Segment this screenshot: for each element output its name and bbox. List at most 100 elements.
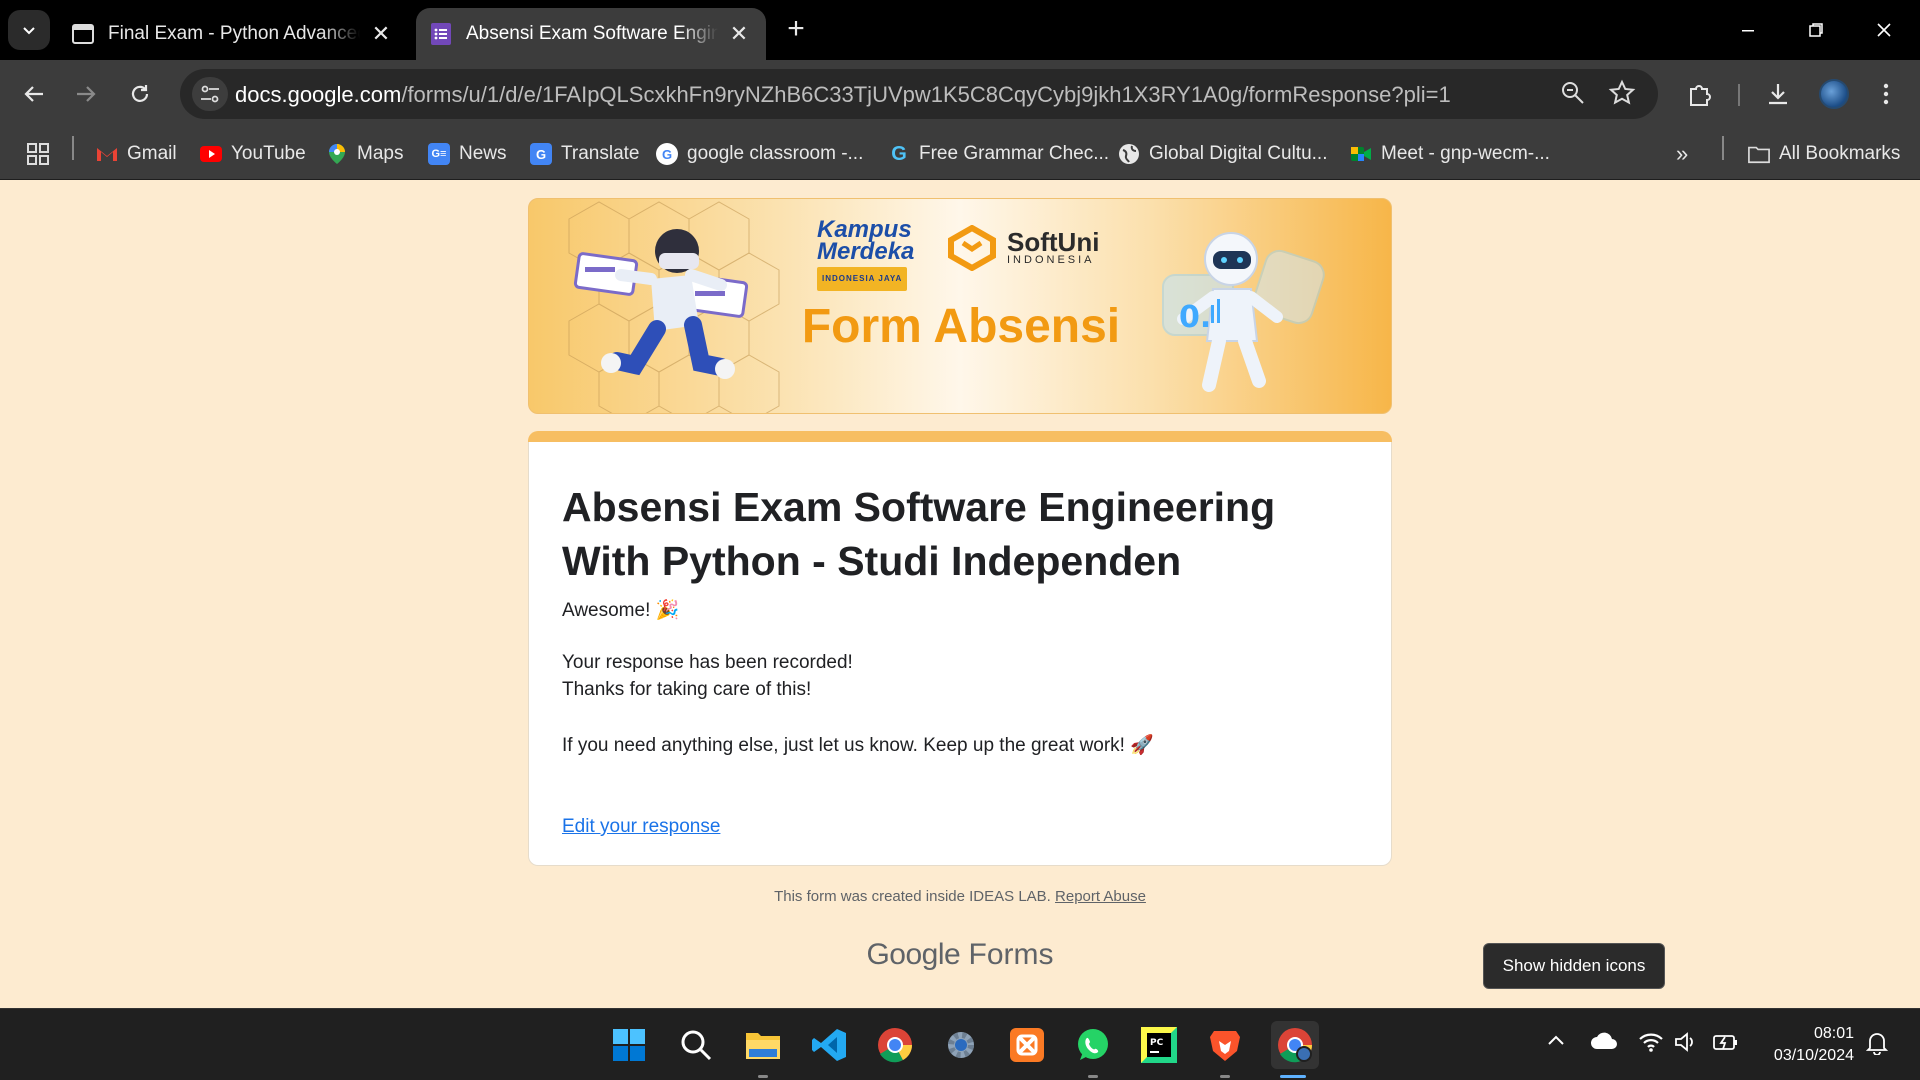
running-indicator: [758, 1075, 768, 1078]
minimize-icon: [1742, 30, 1754, 32]
chrome-icon: [878, 1028, 912, 1063]
show-hidden-icons-button[interactable]: [1546, 1031, 1566, 1056]
windows-logo-icon: [613, 1029, 645, 1061]
url-path: /forms/u/1/d/e/1FAIpQLScxkhFn9ryNZhB6C33…: [401, 82, 1451, 107]
arrow-left-icon: [24, 86, 43, 102]
file-explorer-button[interactable]: [743, 1025, 783, 1065]
double-chevron-right-icon: »: [1676, 141, 1689, 166]
windows-taskbar: PC 08:01 03/10/2024: [0, 1008, 1920, 1080]
edit-response-link[interactable]: Edit your response: [562, 816, 720, 838]
softuni-emblem-icon: [948, 225, 996, 271]
chrome-icon: [1278, 1028, 1312, 1063]
meet-icon: [1350, 143, 1372, 165]
close-icon[interactable]: ✕: [726, 21, 752, 47]
arrow-right-icon: [77, 86, 96, 102]
bookmark-label: Maps: [357, 143, 404, 164]
more-bookmarks-button[interactable]: »: [1676, 140, 1688, 168]
browser-toolbar: docs.google.com/forms/u/1/d/e/1FAIpQLScx…: [0, 60, 1920, 128]
reload-button[interactable]: [120, 74, 160, 114]
chrome-button[interactable]: [875, 1025, 915, 1065]
settings-button[interactable]: [941, 1025, 981, 1065]
chevron-up-icon: [1548, 1035, 1564, 1045]
url-text[interactable]: docs.google.com/forms/u/1/d/e/1FAIpQLScx…: [235, 82, 1451, 108]
tab-strip: Final Exam - Python Advanced ( ✕ Absensi…: [0, 0, 1920, 60]
softuni-logo: SoftUni INDONESIA: [947, 225, 1099, 271]
form-footer-note: This form was created inside IDEAS LAB. …: [0, 888, 1920, 905]
bookmark-star-icon[interactable]: [1608, 79, 1636, 112]
tab-title: Final Exam - Python Advanced (: [108, 23, 360, 44]
apps-button[interactable]: [26, 140, 50, 168]
chrome-active-button[interactable]: [1271, 1021, 1319, 1069]
bookmark-news[interactable]: G≡ News: [428, 140, 507, 168]
apps-grid-icon: [27, 143, 49, 165]
close-icon[interactable]: ✕: [368, 21, 394, 47]
url-host: docs.google.com: [235, 82, 402, 107]
puzzle-icon: [1690, 85, 1711, 106]
tab-search-button[interactable]: [8, 10, 50, 50]
whatsapp-button[interactable]: [1073, 1025, 1113, 1065]
logo-text: SoftUni: [1007, 227, 1100, 257]
brave-button[interactable]: [1205, 1025, 1245, 1065]
notifications-button[interactable]: [1865, 1031, 1889, 1060]
restore-button[interactable]: [1796, 12, 1836, 48]
profile-button[interactable]: [1814, 74, 1854, 114]
tab-final-exam[interactable]: Final Exam - Python Advanced ( ✕: [58, 8, 408, 60]
running-indicator: [1088, 1075, 1098, 1078]
show-hidden-icons-tooltip: Show hidden icons: [1483, 943, 1665, 989]
bookmark-label: Gmail: [127, 143, 177, 164]
tab-absensi[interactable]: Absensi Exam Software Enginee ✕: [416, 8, 766, 60]
bookmark-label: News: [459, 143, 507, 164]
pycharm-button[interactable]: PC: [1139, 1025, 1179, 1065]
all-bookmarks-label: All Bookmarks: [1779, 143, 1901, 164]
kebab-menu-icon: [1883, 83, 1889, 105]
all-bookmarks-button[interactable]: All Bookmarks: [1748, 140, 1900, 168]
bookmark-maps[interactable]: Maps: [326, 140, 403, 168]
bookmark-grammar-checker[interactable]: G Free Grammar Chec...: [888, 140, 1109, 168]
zoom-icon[interactable]: [1560, 80, 1586, 111]
form-page: Kampus Merdeka INDONESIA JAYA SoftUni IN…: [0, 180, 1920, 1008]
system-clock[interactable]: 08:01 03/10/2024: [1758, 1023, 1854, 1067]
volume-button[interactable]: [1674, 1031, 1698, 1058]
logo-text: Merdeka: [817, 238, 915, 265]
battery-button[interactable]: [1712, 1031, 1740, 1058]
bookmark-google-classroom[interactable]: G google classroom -...: [656, 140, 863, 168]
bookmark-youtube[interactable]: YouTube: [200, 140, 306, 168]
bookmark-global-digital[interactable]: Global Digital Cultu...: [1118, 140, 1327, 168]
report-abuse-link[interactable]: Report Abuse: [1055, 888, 1146, 905]
footer-text: This form was created inside IDEAS LAB.: [774, 888, 1051, 905]
folder-icon: [1748, 143, 1770, 165]
bookmarks-divider: [72, 136, 74, 160]
globe-icon: [1118, 143, 1140, 165]
start-button[interactable]: [609, 1025, 649, 1065]
close-window-button[interactable]: [1864, 12, 1904, 48]
bookmark-label: Global Digital Cultu...: [1149, 143, 1328, 164]
svg-text:PC: PC: [1150, 1038, 1164, 1048]
forward-button[interactable]: [66, 74, 106, 114]
reload-icon: [131, 85, 149, 102]
news-icon: G≡: [428, 143, 450, 165]
onedrive-button[interactable]: [1590, 1031, 1618, 1056]
vscode-button[interactable]: [809, 1025, 849, 1065]
back-button[interactable]: [14, 74, 54, 114]
address-bar[interactable]: docs.google.com/forms/u/1/d/e/1FAIpQLScx…: [180, 69, 1658, 119]
bookmark-meet[interactable]: Meet - gnp-wecm-...: [1350, 140, 1550, 168]
maps-icon: [326, 143, 348, 165]
confirmation-line: If you need anything else, just let us k…: [562, 735, 1154, 756]
extensions-button[interactable]: [1680, 74, 1720, 114]
bookmark-label: YouTube: [231, 143, 306, 164]
confirmation-line: Your response has been recorded!: [562, 652, 853, 673]
bookmark-gmail[interactable]: Gmail: [96, 140, 177, 168]
folder-icon: [746, 1033, 780, 1059]
downloads-button[interactable]: [1758, 74, 1798, 114]
new-tab-button[interactable]: +: [780, 14, 812, 46]
minimize-button[interactable]: [1728, 12, 1768, 48]
xampp-icon: [1010, 1028, 1044, 1062]
search-button[interactable]: [676, 1025, 716, 1065]
site-info-icon[interactable]: [192, 77, 228, 111]
search-icon: [681, 1030, 712, 1061]
xampp-button[interactable]: [1007, 1025, 1047, 1065]
bookmark-label: Free Grammar Chec...: [919, 143, 1110, 164]
bookmark-translate[interactable]: G Translate: [530, 140, 640, 168]
network-button[interactable]: [1638, 1031, 1664, 1058]
menu-button[interactable]: [1866, 74, 1906, 114]
